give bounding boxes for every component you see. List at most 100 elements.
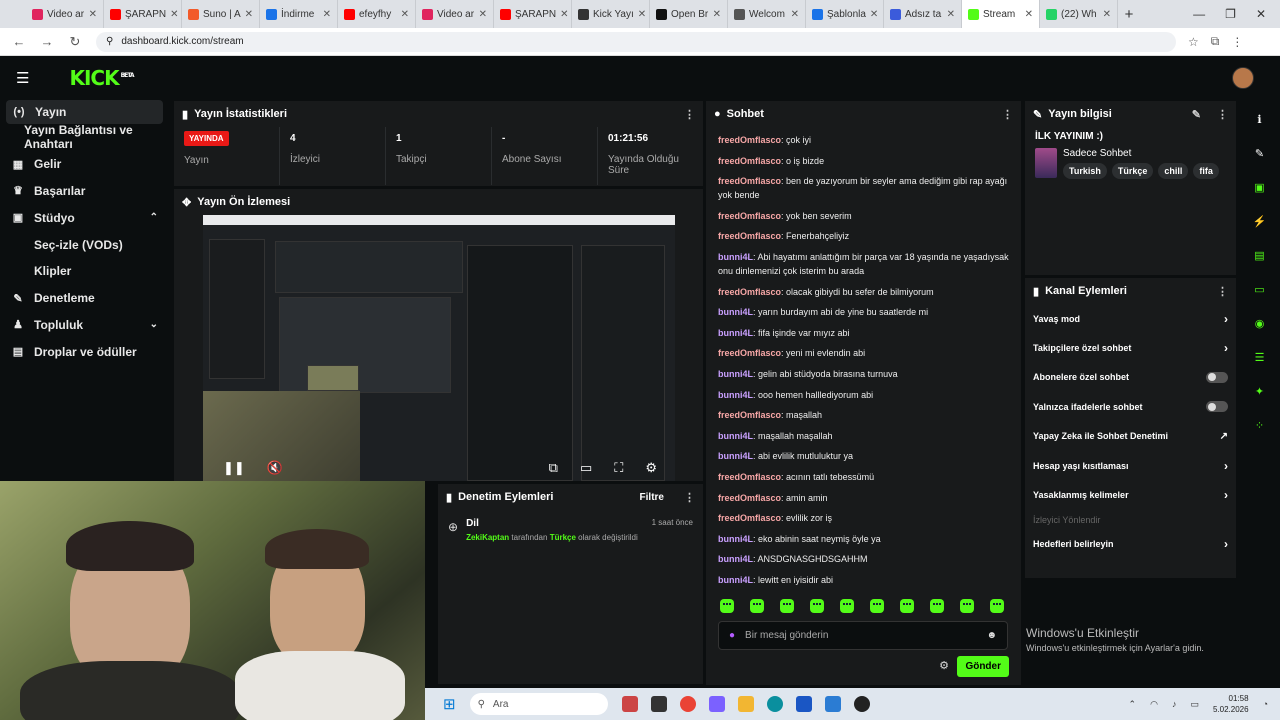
chat-username[interactable]: bunni4L — [718, 451, 753, 461]
chat-username[interactable]: bunni4L — [718, 369, 753, 379]
info-icon[interactable]: ℹ — [1250, 109, 1270, 129]
channel-action-row[interactable]: Yasaklanmış kelimeler › — [1025, 480, 1236, 509]
browser-tab[interactable]: Video ar ✕ — [416, 0, 494, 28]
close-icon[interactable]: ✕ — [870, 9, 878, 20]
chevron-right-icon[interactable]: › — [1224, 341, 1228, 355]
browser-tab[interactable]: ŞARAPN ✕ — [104, 0, 182, 28]
chat-username[interactable]: freedOmflasco — [718, 156, 781, 166]
broadcast-icon[interactable]: ◉ — [1250, 313, 1270, 333]
kick-logo[interactable]: KICK BETA — [69, 66, 134, 90]
reload-icon[interactable]: ↻ — [66, 34, 84, 50]
channel-action-row[interactable]: Abonelere özel sohbet — [1025, 363, 1236, 392]
browser-tab[interactable]: (22) Wh ✕ — [1040, 0, 1118, 28]
back-icon[interactable]: ← — [10, 34, 28, 49]
chevron-right-icon[interactable]: › — [1224, 488, 1228, 502]
chat-username[interactable]: bunni4L — [718, 390, 753, 400]
chevron-right-icon[interactable]: › — [1224, 537, 1228, 551]
browser-tab[interactable]: ŞARAPN ✕ — [494, 0, 572, 28]
extensions-icon[interactable]: ⧉ — [1211, 34, 1220, 49]
apps-icon[interactable]: ⁘ — [1250, 415, 1270, 435]
chat-username[interactable]: freedOmflasco — [718, 513, 781, 523]
emote-icon[interactable] — [780, 599, 794, 613]
menu-dots-icon[interactable]: ⋮ — [1231, 35, 1243, 49]
site-info-icon[interactable]: ⚲ — [106, 36, 113, 47]
lightning-icon[interactable]: ⚡ — [1250, 211, 1270, 231]
chevron-right-icon[interactable]: › — [1224, 459, 1228, 473]
close-icon[interactable]: ✕ — [947, 9, 955, 20]
notification-icon[interactable]: ◔ — [1263, 699, 1268, 709]
emote-icon[interactable] — [810, 599, 824, 613]
more-icon[interactable]: ⋮ — [1217, 108, 1228, 121]
emote-icon[interactable] — [900, 599, 914, 613]
chat-username[interactable]: bunni4L — [718, 328, 753, 338]
close-icon[interactable]: ✕ — [245, 9, 253, 20]
chat-username[interactable]: freedOmflasco — [718, 231, 781, 241]
emote-icon[interactable] — [840, 599, 854, 613]
emote-icon[interactable] — [870, 599, 884, 613]
close-icon[interactable]: ✕ — [638, 9, 646, 20]
clock[interactable]: 01:58 5.02.2026 — [1213, 693, 1249, 715]
sidebar-item[interactable]: Seç-izle (VODs) — [0, 231, 170, 258]
more-icon[interactable]: ⋮ — [684, 491, 695, 504]
chat-username[interactable]: freedOmflasco — [718, 410, 781, 420]
sidebar-item[interactable]: ♛ Başarılar — [0, 178, 170, 205]
url-field[interactable]: ⚲ dashboard.kick.com/stream — [96, 31, 1176, 52]
list-icon[interactable]: ☰ — [1250, 347, 1270, 367]
wrench-icon[interactable]: ✦ — [1250, 381, 1270, 401]
browser-tab[interactable]: Video ar ✕ — [26, 0, 104, 28]
files-icon[interactable] — [650, 696, 667, 712]
channel-action-row[interactable]: Yapay Zeka ile Sohbet Denetimi ↗ — [1025, 422, 1236, 451]
channel-action-row[interactable]: Yalnızca ifadelerle sohbet — [1025, 392, 1236, 421]
edit-icon[interactable]: ✎ — [1192, 108, 1201, 121]
close-icon[interactable]: ✕ — [170, 9, 178, 20]
channel-action-row[interactable]: Hesap yaşı kısıtlaması › — [1025, 451, 1236, 480]
close-icon[interactable]: ✕ — [479, 9, 487, 20]
chat-username[interactable]: bunni4L — [718, 554, 753, 564]
toggle-switch[interactable] — [1206, 371, 1228, 383]
mute-icon[interactable]: 🔇 — [267, 460, 283, 476]
sidebar-item[interactable]: ✎ Denetleme — [0, 285, 170, 312]
more-icon[interactable]: ⋮ — [1217, 285, 1228, 298]
send-button[interactable]: Gönder — [957, 656, 1009, 677]
preview-video[interactable]: ❚❚ 🔇 ⧉ ▭ ⛶ ⚙ — [203, 215, 675, 481]
settings-icon[interactable]: ⚙ — [645, 460, 657, 476]
channel-action-row[interactable]: Takipçilere özel sohbet › — [1025, 333, 1236, 362]
minimize-icon[interactable]: — — [1193, 7, 1205, 21]
close-icon[interactable]: ✕ — [401, 9, 409, 20]
chat-username[interactable]: freedOmflasco — [718, 348, 781, 358]
theater-icon[interactable]: ▭ — [580, 460, 592, 476]
folder-icon[interactable] — [737, 696, 754, 712]
chevron-right-icon[interactable]: › — [1224, 312, 1228, 326]
toggle-switch[interactable] — [1206, 401, 1228, 413]
channel-action-row[interactable]: Hedefleri belirleyin › — [1025, 530, 1236, 559]
emote-icon[interactable] — [990, 599, 1004, 613]
close-icon[interactable]: ✕ — [791, 9, 799, 20]
hamburger-icon[interactable]: ☰ — [16, 69, 29, 87]
emoji-icon[interactable]: ☻ — [986, 630, 997, 641]
chat-username[interactable]: freedOmflasco — [718, 472, 781, 482]
obs-icon[interactable] — [853, 696, 870, 712]
mail-icon[interactable] — [824, 696, 841, 712]
sidebar-item[interactable]: ▣ Stüdyo ⌃ — [0, 204, 170, 231]
chat-username[interactable]: bunni4L — [718, 431, 753, 441]
document-icon[interactable]: ▤ — [1250, 245, 1270, 265]
sidebar-item[interactable]: Klipler — [0, 258, 170, 285]
close-icon[interactable]: ✕ — [89, 9, 97, 20]
pencil-icon[interactable]: ✎ — [1250, 143, 1270, 163]
sidebar-item[interactable]: ▦ Gelir — [0, 151, 170, 178]
chat-username[interactable]: freedOmflasco — [718, 493, 781, 503]
chat-username[interactable]: freedOmflasco — [718, 135, 781, 145]
close-icon[interactable]: ✕ — [713, 9, 721, 20]
browser-tab[interactable]: Adsız ta ✕ — [884, 0, 962, 28]
browser-tab[interactable]: Welcom ✕ — [728, 0, 806, 28]
chat-username[interactable]: bunni4L — [718, 575, 753, 585]
tag[interactable]: Turkish — [1063, 163, 1107, 179]
more-icon[interactable]: ⋮ — [684, 108, 695, 121]
new-tab-button[interactable]: + — [1118, 6, 1140, 23]
browser-tab[interactable]: efeyfhy ✕ — [338, 0, 416, 28]
close-icon[interactable]: ✕ — [1103, 9, 1111, 20]
camera-icon[interactable]: ▣ — [1250, 177, 1270, 197]
pause-icon[interactable]: ❚❚ — [223, 460, 245, 476]
emote-icon[interactable] — [720, 599, 734, 613]
chat-username[interactable]: freedOmflasco — [718, 176, 781, 186]
